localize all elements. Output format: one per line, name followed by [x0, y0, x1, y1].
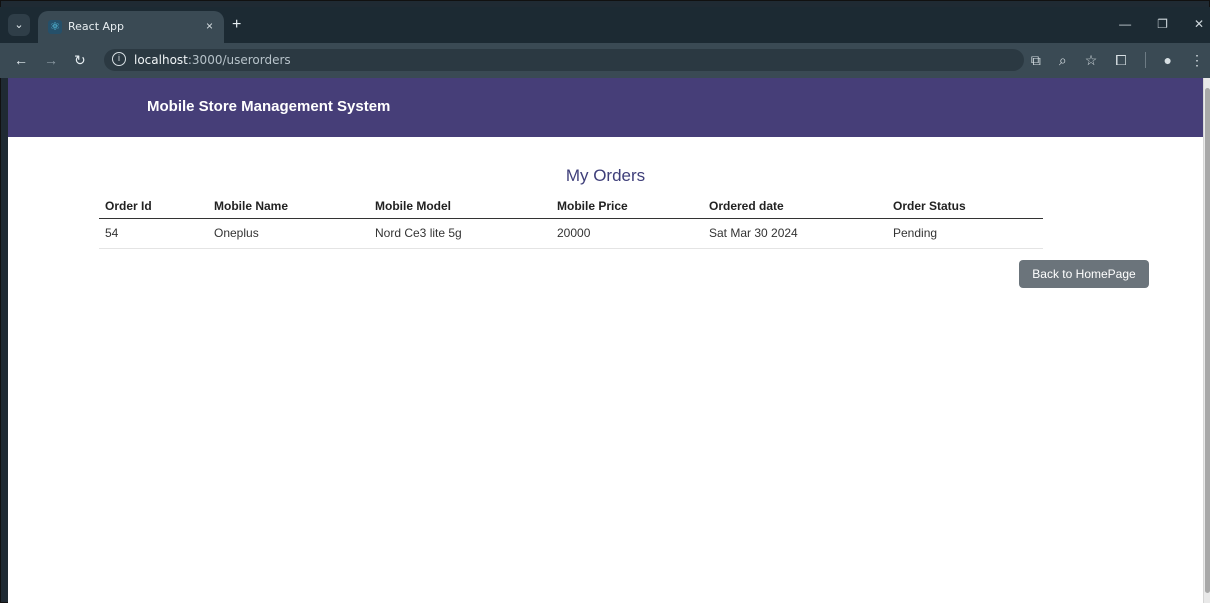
app-header: Mobile Store Management System — [8, 78, 1203, 137]
reload-icon[interactable]: ↻ — [74, 52, 86, 68]
restore-icon[interactable]: ❐ — [1157, 17, 1168, 31]
toolbar-actions: ⧉ ⌕ ☆ ⧠ ● ⋮ — [1031, 52, 1204, 68]
zoom-icon[interactable]: ⌕ — [1059, 52, 1067, 68]
page-scrollbar[interactable] — [1203, 78, 1210, 603]
column-header: Mobile Model — [369, 194, 551, 219]
close-window-icon[interactable]: ✕ — [1194, 17, 1204, 31]
minimize-icon[interactable]: — — [1119, 17, 1131, 31]
address-bar[interactable]: i localhost:3000/userorders — [104, 49, 1024, 71]
page-viewport: Mobile Store Management System My Orders… — [8, 78, 1203, 603]
column-header: Mobile Name — [208, 194, 369, 219]
site-info-icon[interactable]: i — [112, 52, 126, 66]
profile-icon[interactable]: ● — [1164, 52, 1172, 68]
back-to-homepage-button[interactable]: Back to HomePage — [1019, 260, 1149, 288]
scrollbar-thumb[interactable] — [1205, 88, 1210, 593]
tab-close-icon[interactable]: × — [206, 19, 213, 33]
column-header: Mobile Price — [551, 194, 703, 219]
browser-tab[interactable]: ⚛ React App × — [38, 11, 224, 43]
window-controls: — ❐ ✕ — [1119, 17, 1204, 31]
brand-title: Mobile Store Management System — [147, 98, 391, 115]
column-header: Order Status — [887, 194, 1043, 219]
react-favicon-icon: ⚛ — [48, 20, 62, 34]
cell-ordered-date: Sat Mar 30 2024 — [703, 218, 887, 249]
column-header: Ordered date — [703, 194, 887, 219]
cell-order-status: Pending — [887, 218, 1043, 249]
address-url: localhost:3000/userorders — [134, 53, 291, 67]
browser-toolbar: ← → ↻ i localhost:3000/userorders ⧉ ⌕ ☆ … — [0, 43, 1210, 78]
tab-title: React App — [68, 20, 125, 33]
orders-table: Order Id Mobile Name Mobile Model Mobile… — [99, 194, 1043, 249]
table-header-row: Order Id Mobile Name Mobile Model Mobile… — [99, 194, 1043, 219]
page-title: My Orders — [565, 166, 646, 185]
toolbar-divider — [1144, 52, 1146, 68]
cell-order-id: 54 — [99, 218, 208, 249]
new-tab-icon[interactable]: + — [232, 17, 241, 33]
tab-strip: ⌄ ⚛ React App × + — ❐ ✕ — [0, 7, 1210, 43]
bookmark-star-icon[interactable]: ☆ — [1085, 52, 1098, 68]
extensions-icon[interactable]: ⧠ — [1115, 52, 1126, 68]
cast-icon[interactable]: ⧉ — [1031, 52, 1041, 68]
cell-mobile-price: 20000 — [551, 218, 703, 249]
cell-mobile-name: Oneplus — [208, 218, 369, 249]
tab-search-chevron-icon[interactable]: ⌄ — [8, 14, 30, 36]
more-menu-icon[interactable]: ⋮ — [1190, 52, 1204, 68]
back-arrow-icon[interactable]: ← — [14, 52, 28, 68]
forward-arrow-icon[interactable]: → — [44, 52, 58, 68]
column-header: Order Id — [99, 194, 208, 219]
cell-mobile-model: Nord Ce3 lite 5g — [369, 218, 551, 249]
table-row: 54 Oneplus Nord Ce3 lite 5g 20000 Sat Ma… — [99, 218, 1043, 249]
